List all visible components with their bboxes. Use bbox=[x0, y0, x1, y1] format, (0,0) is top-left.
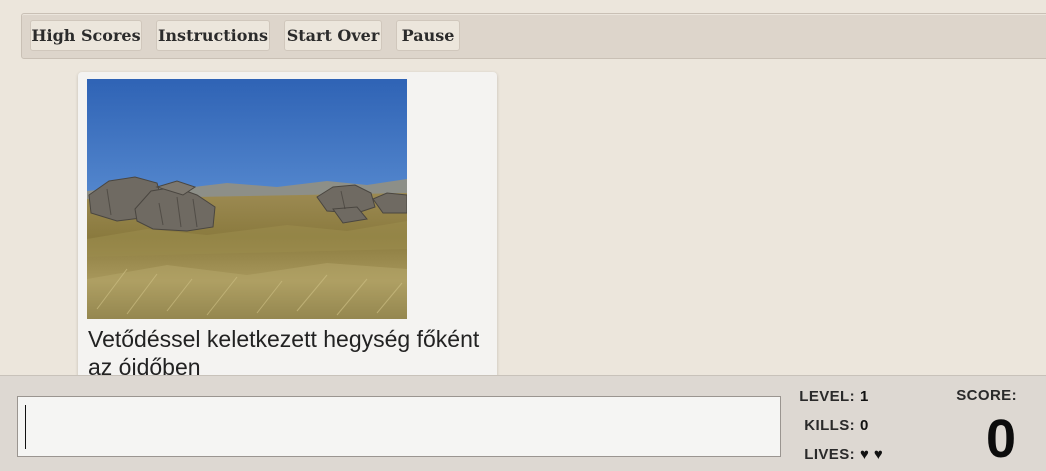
bottom-bar: LEVEL: 1 KILLS: 0 LIVES: ♥ ♥ SCORE: 0 bbox=[0, 375, 1046, 471]
score-label: SCORE: bbox=[956, 387, 1017, 404]
instructions-button[interactable]: Instructions bbox=[156, 20, 270, 51]
lives-hearts: ♥ ♥ bbox=[860, 446, 884, 463]
kills-value: 0 bbox=[860, 417, 869, 434]
answer-input[interactable] bbox=[17, 396, 781, 457]
start-over-button[interactable]: Start Over bbox=[284, 20, 382, 51]
high-scores-button[interactable]: High Scores bbox=[30, 20, 142, 51]
kills-label: KILLS: bbox=[804, 417, 855, 434]
level-value: 1 bbox=[860, 388, 869, 405]
level-label: LEVEL: bbox=[799, 388, 855, 405]
pause-button[interactable]: Pause bbox=[396, 20, 460, 51]
toolbar: High Scores Instructions Start Over Paus… bbox=[21, 13, 1046, 59]
falling-word-card: Vetődéssel keletkezett hegység főként az… bbox=[78, 72, 497, 392]
score-value: 0 bbox=[985, 409, 1016, 469]
card-photo bbox=[87, 79, 407, 319]
game-screen: High Scores Instructions Start Over Paus… bbox=[0, 0, 1046, 471]
card-caption: Vetődéssel keletkezett hegység főként az… bbox=[88, 326, 480, 380]
lives-label: LIVES: bbox=[804, 446, 855, 463]
text-caret bbox=[25, 405, 26, 449]
